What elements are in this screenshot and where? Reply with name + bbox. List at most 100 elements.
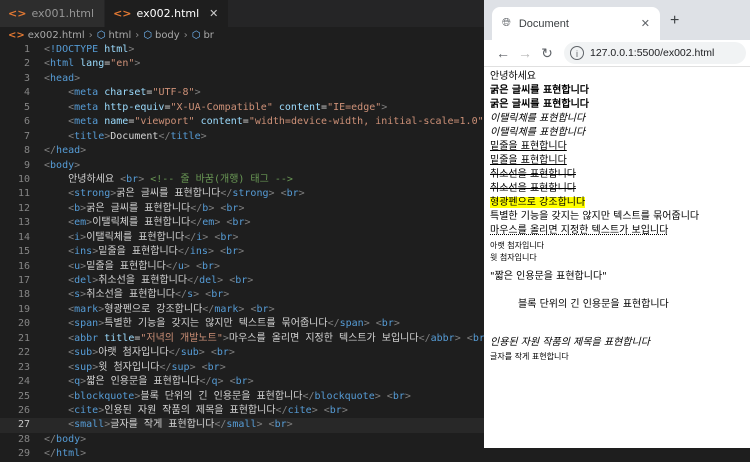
line-code: <ins>밑줄을 표현합니다</ins> <br> xyxy=(68,246,245,258)
code-line[interactable]: 29 </html> xyxy=(0,447,484,461)
breadcrumb-file[interactable]: ex002.html xyxy=(28,30,85,41)
code-line[interactable]: 27 <small>글자를 작게 표현합니다</small> <br> xyxy=(0,418,484,433)
code-line[interactable]: 17 <del>취소선을 표현합니다</del> <br> xyxy=(0,274,484,288)
line-number: 28 xyxy=(17,433,30,445)
line-code: <s>취소선을 표현합니다</s> <br> xyxy=(68,289,230,301)
browser-tab[interactable]: 🌐︎ Document ✕ xyxy=(492,7,660,40)
line-number: 18 xyxy=(17,289,30,301)
line-number: 20 xyxy=(17,318,30,330)
line-code: </html> xyxy=(44,448,87,460)
line-code: <title>Document</title> xyxy=(68,130,207,142)
code-line[interactable]: 5 <meta http-equiv="X-UA-Compatible" con… xyxy=(0,101,484,115)
quote-text: "짧은 인용문을 표현합니다" xyxy=(490,271,607,282)
line-number: 9 xyxy=(23,159,30,171)
code-line[interactable]: 11 <strong>굵은 글씨를 표현합니다</strong> <br> xyxy=(0,187,484,201)
strong-text: 굵은 글씨를 표현합니다 xyxy=(490,85,589,96)
code-line[interactable]: 12 <b>굵은 글씨를 표현합니다</b> <br> xyxy=(0,202,484,216)
line-code: <cite>인용된 자원 작품의 제목을 표현합니다</cite> <br> xyxy=(68,404,348,416)
code-line[interactable]: 2 <html lang="en"> xyxy=(0,57,484,71)
code-line[interactable]: 25 <blockquote>블록 단위의 긴 인용문을 표현합니다</bloc… xyxy=(0,390,484,404)
line-code: <span>특별한 기능을 갖지는 않지만 텍스트를 묶어줍니다</span> … xyxy=(68,318,400,330)
breadcrumb-br[interactable]: br xyxy=(203,30,213,41)
code-line[interactable]: 1 <!DOCTYPE html> xyxy=(0,43,484,57)
chevron-right-icon: › xyxy=(88,29,93,41)
reload-icon[interactable]: ↻ xyxy=(536,45,558,62)
line-code: <mark>형광펜으로 강조합니다</mark> <br> xyxy=(68,303,275,315)
line-code: </body> xyxy=(44,433,87,445)
code-line[interactable]: 23 <sup>윗 첨자입니다</sup> <br> xyxy=(0,361,484,375)
line-code: <u>밑줄을 표현합니다</u> <br> xyxy=(68,260,221,272)
code-area[interactable]: 1 <!DOCTYPE html> 2 <html lang="en"> 3 <head>… xyxy=(0,43,484,462)
breadcrumb-html[interactable]: html xyxy=(108,30,131,41)
forward-icon[interactable]: → xyxy=(514,45,536,61)
code-line[interactable]: 21 <abbr title="저녁의 개발노트">마우스를 올리면 지정한 텍… xyxy=(0,332,484,346)
mark-text: 형광펜으로 강조합니다 xyxy=(490,197,586,208)
line-code: <b>굵은 글씨를 표현합니다</b> <br> xyxy=(68,202,245,214)
code-line[interactable]: 28 </body> xyxy=(0,433,484,447)
new-tab-icon[interactable]: + xyxy=(670,12,679,30)
line-code: <del>취소선을 표현합니다</del> <br> xyxy=(68,275,254,286)
line-code: <sub>아랫 첨자입니다</sub> <br> xyxy=(68,347,235,359)
address-bar[interactable]: i 127.0.0.1:5500/ex002.html xyxy=(564,42,746,64)
info-icon[interactable]: i xyxy=(570,46,584,60)
close-icon[interactable]: ✕ xyxy=(641,17,650,30)
bold-text: 굵은 글씨를 표현합니다 xyxy=(490,99,589,110)
line-code: <meta name="viewport" content="width=dev… xyxy=(68,116,484,128)
code-line[interactable]: 8 </head> xyxy=(0,144,484,158)
line-code: <abbr title="저녁의 개발노트">마우스를 올리면 지정한 텍스트가… xyxy=(68,332,484,344)
code-line[interactable]: 15 <ins>밑줄을 표현합니다</ins> <br> xyxy=(0,245,484,259)
code-editor: <> ex001.html <> ex002.html ✕ <> ex002.h… xyxy=(0,0,484,459)
line-number: 7 xyxy=(23,130,30,142)
code-line[interactable]: 22 <sub>아랫 첨자입니다</sub> <br> xyxy=(0,346,484,360)
code-line[interactable]: 9 <body> xyxy=(0,159,484,173)
line-number: 24 xyxy=(17,376,30,388)
code-line[interactable]: 24 <q>짧은 인용문을 표현합니다</q> <br> xyxy=(0,375,484,389)
html-file-icon: <> xyxy=(8,7,27,20)
back-icon[interactable]: ← xyxy=(492,45,514,61)
line-number: 25 xyxy=(17,390,30,402)
line-number: 1 xyxy=(23,44,30,55)
line-number: 17 xyxy=(17,275,30,286)
line-number: 6 xyxy=(23,116,30,128)
code-line[interactable]: 18 <s>취소선을 표현합니다</s> <br> xyxy=(0,288,484,302)
line-number: 13 xyxy=(17,217,30,229)
line-number: 27 xyxy=(17,419,30,431)
code-line[interactable]: 3 <head> xyxy=(0,72,484,86)
browser-tab-bar: 🌐︎ Document ✕ + xyxy=(484,0,750,40)
line-number: 5 xyxy=(23,101,30,113)
code-line[interactable]: 26 <cite>인용된 자원 작품의 제목을 표현합니다</cite> <br… xyxy=(0,404,484,418)
line-code: <!DOCTYPE html> xyxy=(44,44,135,55)
code-line[interactable]: 6 <meta name="viewport" content="width=d… xyxy=(0,115,484,129)
line-number: 26 xyxy=(17,404,30,416)
element-icon: ⬡ xyxy=(143,29,152,41)
del-text: 취소선을 표현합니다 xyxy=(490,169,576,180)
line-code: </head> xyxy=(44,145,87,157)
line-code: <q>짧은 인용문을 표현합니다</q> <br> xyxy=(68,376,254,388)
line-code: <html lang="en"> xyxy=(44,58,141,70)
code-line[interactable]: 4 <meta charset="UTF-8"> xyxy=(0,86,484,100)
line-number: 19 xyxy=(17,303,30,315)
code-line[interactable]: 14 <i>이탤릭체를 표현합니다</i> <br> xyxy=(0,231,484,245)
tab-ex001[interactable]: <> ex001.html xyxy=(0,0,106,27)
browser-tab-title: Document xyxy=(518,17,569,30)
span-text: 특별한 기능을 갖지는 않지만 텍스트를 묶어줍니다 xyxy=(490,211,700,222)
close-icon[interactable]: ✕ xyxy=(209,7,218,20)
page-content: 안녕하세요 굵은 글씨를 표현합니다 굵은 글씨를 표현합니다 이탤릭체를 표현… xyxy=(484,67,750,364)
line-number: 22 xyxy=(17,347,30,359)
line-code: <sup>윗 첨자입니다</sup> <br> xyxy=(68,361,226,373)
line-code: <blockquote>블록 단위의 긴 인용문을 표현합니다</blockqu… xyxy=(68,390,411,402)
tab-label: ex002.html xyxy=(136,7,200,20)
breadcrumb-body[interactable]: body xyxy=(155,30,180,41)
line-number: 15 xyxy=(17,246,30,258)
underline-text: 밑줄을 표현합니다 xyxy=(490,155,567,166)
code-line[interactable]: 7 <title>Document</title> xyxy=(0,130,484,144)
code-line[interactable]: 20 <span>특별한 기능을 갖지는 않지만 텍스트를 묶어줍니다</spa… xyxy=(0,317,484,331)
code-line[interactable]: 13 <em>이탤릭체를 표현합니다</em> <br> xyxy=(0,216,484,230)
code-line[interactable]: 19 <mark>형광펜으로 강조합니다</mark> <br> xyxy=(0,303,484,317)
tab-ex002[interactable]: <> ex002.html ✕ xyxy=(105,0,230,27)
abbr-text[interactable]: 마우스를 올리면 지정한 텍스트가 보입니다 xyxy=(490,225,668,236)
line-code: 안녕하세요 <br> <!-- 줄 바꿈(개행) 태그 --> xyxy=(44,173,293,185)
code-line[interactable]: 16 <u>밑줄을 표현합니다</u> <br> xyxy=(0,260,484,274)
code-line[interactable]: 10 안녕하세요 <br> <!-- 줄 바꿈(개행) 태그 --> xyxy=(0,173,484,187)
italic-text: 이탤릭체를 표현합니다 xyxy=(490,127,586,138)
